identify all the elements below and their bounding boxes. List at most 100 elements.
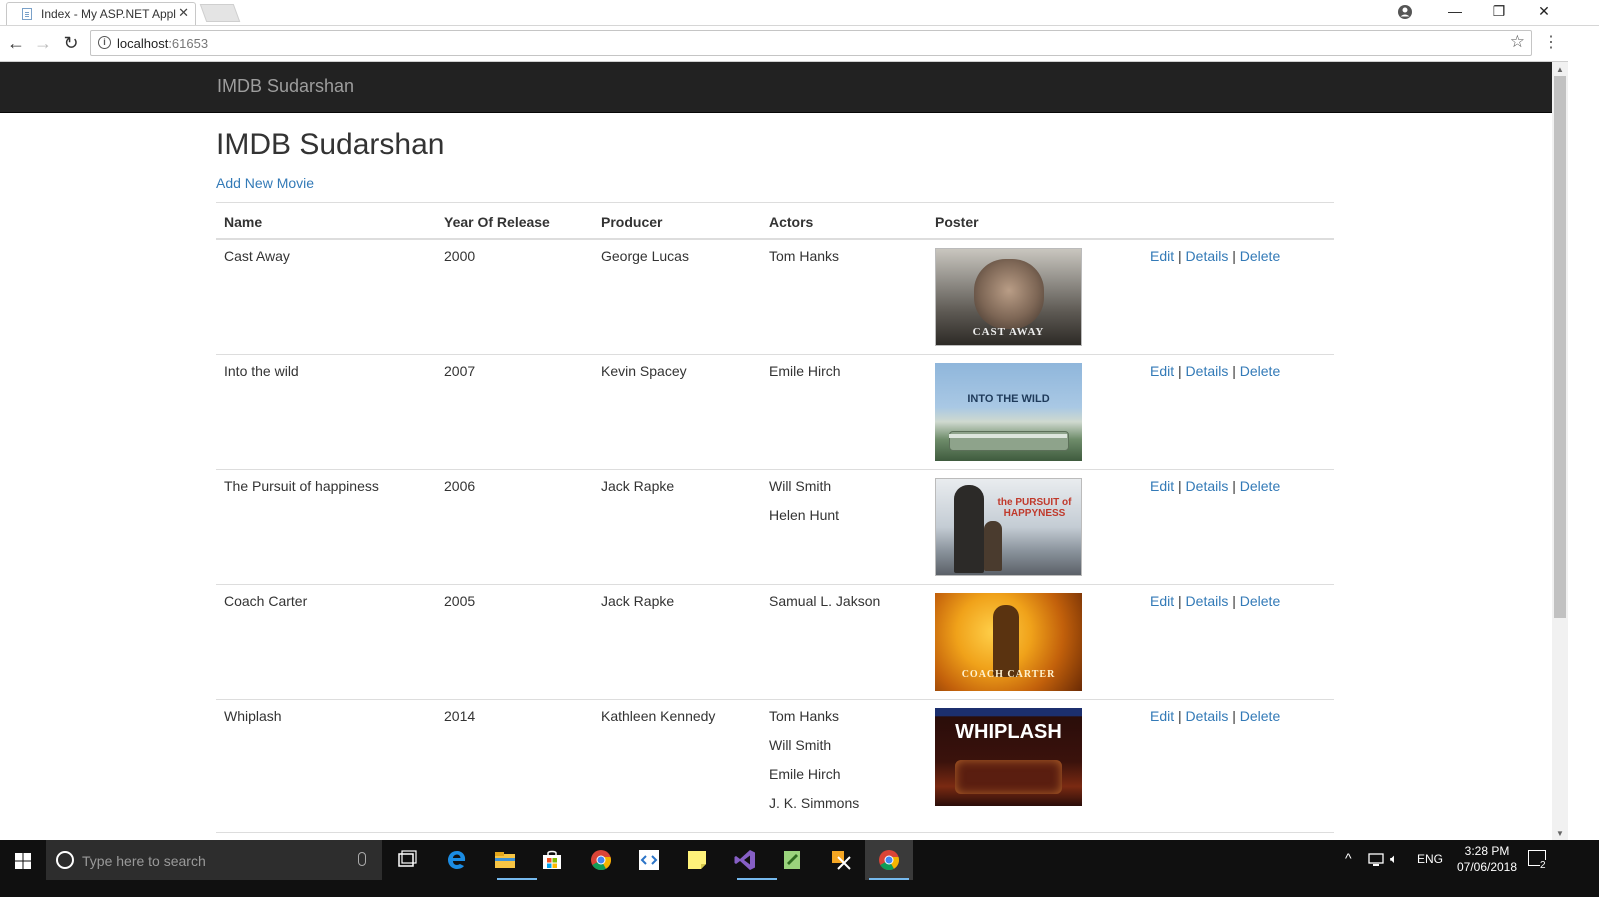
start-button[interactable] [0, 840, 46, 880]
movie-name: The Pursuit of happiness [216, 469, 436, 585]
notification-count-badge: 2 [1540, 860, 1546, 871]
movie-producer: Kevin Spacey [593, 354, 761, 470]
actor-name: Tom Hanks [769, 248, 840, 264]
edit-link[interactable]: Edit [1150, 708, 1174, 724]
notepad-plus-icon[interactable] [780, 848, 804, 872]
details-link[interactable]: Details [1186, 708, 1229, 724]
chrome-active-icon[interactable] [877, 848, 901, 872]
details-link[interactable]: Details [1186, 363, 1229, 379]
actor-name: Emile Hirch [769, 363, 841, 379]
row-actions: Edit | Details | Delete [1142, 584, 1334, 700]
show-hidden-icons-chevron-icon[interactable]: ^ [1345, 850, 1352, 866]
scrollbar-thumb[interactable] [1554, 76, 1566, 618]
clock-date: 07/06/2018 [1456, 860, 1518, 874]
address-bar[interactable]: i localhost:61653 ☆ [90, 30, 1532, 56]
sticky-notes-icon[interactable] [685, 848, 709, 872]
column-header-actions [1142, 202, 1334, 240]
movie-actors: Samual L. Jakson [761, 584, 927, 700]
volume-icon[interactable]: 🔈︎ [1390, 851, 1398, 867]
back-arrow-icon[interactable]: ← [4, 32, 28, 54]
browser-tab[interactable]: Index - My ASP.NET Appl ✕ [6, 2, 196, 25]
language-indicator[interactable]: ENG [1417, 852, 1443, 866]
code-editor-icon[interactable] [637, 848, 661, 872]
row-actions: Edit | Details | Delete [1142, 354, 1334, 470]
table-row: The Pursuit of happiness 2006 Jack Rapke… [216, 469, 1334, 585]
browser-menu-icon[interactable]: ⋮ [1543, 32, 1559, 52]
tools-app-icon[interactable] [829, 848, 853, 872]
actor-name: J. K. Simmons [769, 795, 860, 811]
details-link[interactable]: Details [1186, 593, 1229, 609]
forward-arrow-icon[interactable]: → [31, 32, 55, 54]
file-explorer-icon[interactable] [493, 848, 517, 872]
tab-title: Index - My ASP.NET Appl [41, 7, 176, 21]
page-viewport: IMDB Sudarshan IMDB Sudarshan Add New Mo… [0, 62, 1552, 840]
taskbar-clock[interactable]: 3:28 PM 07/06/2018 [1454, 843, 1520, 875]
site-info-icon[interactable]: i [98, 36, 111, 49]
action-separator: | [1232, 593, 1236, 609]
delete-link[interactable]: Delete [1240, 593, 1280, 609]
chrome-icon[interactable] [589, 848, 613, 872]
task-view-icon[interactable] [396, 848, 420, 872]
table-header-row: Name Year Of Release Producer Actors Pos… [216, 202, 1334, 240]
movie-year: 2005 [436, 584, 593, 700]
delete-link[interactable]: Delete [1240, 708, 1280, 724]
url-host: localhost [117, 36, 169, 51]
column-header-producer: Producer [593, 202, 761, 240]
poster-cell: WHIPLASH [927, 699, 1142, 833]
vs-open-indicator [737, 878, 777, 880]
network-icon[interactable] [1367, 852, 1385, 868]
delete-link[interactable]: Delete [1240, 248, 1280, 264]
visual-studio-icon[interactable] [733, 848, 757, 872]
movie-year: 2014 [436, 699, 593, 833]
movie-poster-image: CAST AWAY [935, 248, 1082, 346]
tab-close-icon[interactable]: ✕ [178, 5, 189, 21]
delete-link[interactable]: Delete [1240, 363, 1280, 379]
actor-name: Samual L. Jakson [769, 593, 881, 609]
bookmark-star-icon[interactable]: ☆ [1510, 32, 1525, 52]
action-separator: | [1178, 248, 1182, 264]
poster-title: WHIPLASH [955, 721, 1062, 743]
page-scrollbar[interactable]: ▲ ▼ [1552, 62, 1568, 840]
taskbar-search-box[interactable]: Type here to search [46, 840, 382, 880]
taskbar-search-placeholder: Type here to search [82, 853, 206, 869]
edge-browser-icon[interactable] [445, 848, 469, 872]
scroll-down-arrow-icon[interactable]: ▼ [1556, 829, 1564, 838]
windows-logo-icon [15, 853, 31, 869]
edit-link[interactable]: Edit [1150, 593, 1174, 609]
cortana-icon [56, 851, 74, 869]
poster-title: the PURSUIT of HAPPYNESS [997, 497, 1072, 519]
close-window-button[interactable]: ✕ [1521, 0, 1567, 25]
url-text: localhost:61653 [117, 36, 208, 51]
action-separator: | [1232, 708, 1236, 724]
movie-actors: Emile Hirch [761, 354, 927, 470]
movie-poster-image: the PURSUIT of HAPPYNESS [935, 478, 1082, 576]
microphone-icon[interactable] [358, 852, 366, 866]
navbar-brand[interactable]: IMDB Sudarshan [217, 76, 354, 97]
profile-icon[interactable] [1396, 3, 1414, 21]
movie-name: Into the wild [216, 354, 436, 470]
new-tab-button[interactable] [199, 4, 241, 22]
column-header-year: Year Of Release [436, 202, 593, 240]
windows-taskbar: Type here to search ^ 🔈︎ ENG 3:28 PM 07/… [0, 840, 1599, 897]
reload-icon[interactable]: ↻ [59, 32, 83, 54]
browser-toolbar: ← → ↻ i localhost:61653 ☆ ⋮ [0, 26, 1599, 62]
details-link[interactable]: Details [1186, 248, 1229, 264]
page-title: IMDB Sudarshan [216, 128, 445, 161]
delete-link[interactable]: Delete [1240, 478, 1280, 494]
movie-name: Cast Away [216, 238, 436, 355]
minimize-button[interactable]: — [1432, 0, 1478, 25]
edit-link[interactable]: Edit [1150, 248, 1174, 264]
edit-link[interactable]: Edit [1150, 363, 1174, 379]
movie-producer: Jack Rapke [593, 584, 761, 700]
edit-link[interactable]: Edit [1150, 478, 1174, 494]
movie-producer: Jack Rapke [593, 469, 761, 585]
row-actions: Edit | Details | Delete [1142, 469, 1334, 585]
details-link[interactable]: Details [1186, 478, 1229, 494]
scroll-up-arrow-icon[interactable]: ▲ [1556, 65, 1564, 74]
add-new-movie-link[interactable]: Add New Movie [216, 175, 314, 191]
site-navbar: IMDB Sudarshan [0, 62, 1552, 113]
poster-cell: COACH CARTER [927, 584, 1142, 700]
restore-button[interactable]: ❐ [1476, 0, 1522, 25]
actor-name: Tom Hanks [769, 708, 840, 724]
microsoft-store-icon[interactable] [540, 848, 564, 872]
